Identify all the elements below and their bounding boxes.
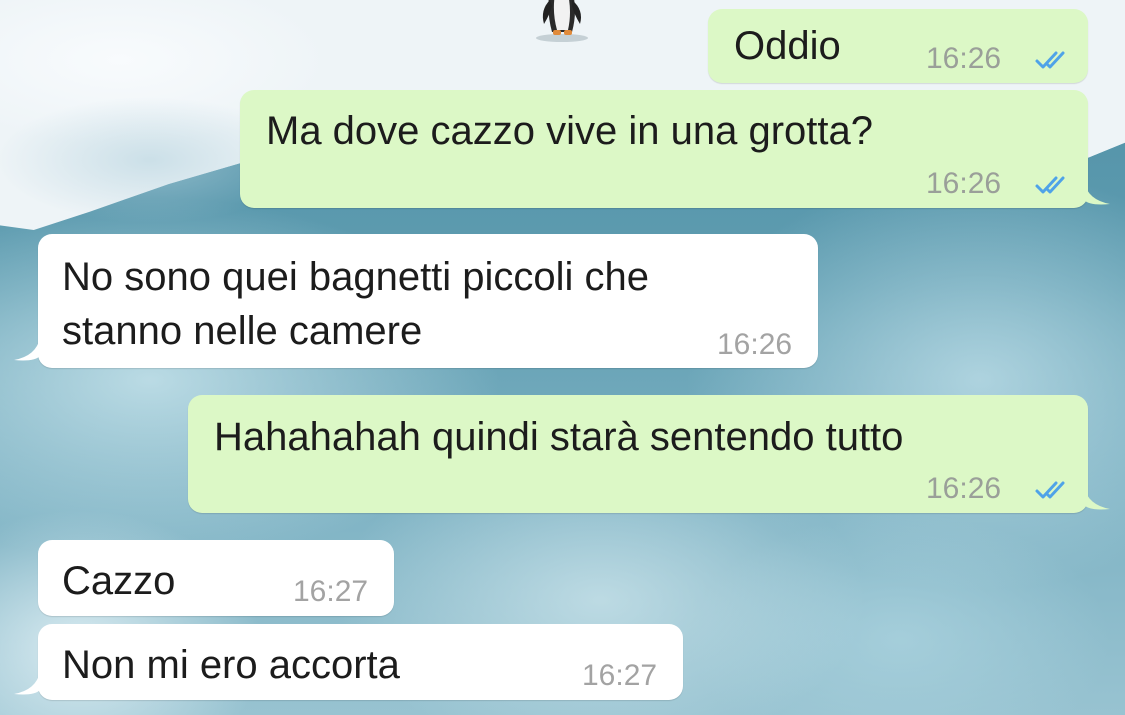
bubble-tail — [14, 338, 40, 361]
message-bubble-incoming[interactable]: No sono quei bagnetti piccoli che stanno… — [38, 234, 818, 368]
message-timestamp: 16:26 — [926, 472, 1002, 505]
double-check-icon — [1035, 51, 1065, 69]
message-timestamp: 16:26 — [717, 328, 793, 361]
message-bubble-outgoing[interactable]: Ma dove cazzo vive in una grotta? 16:26 — [240, 90, 1088, 208]
bubble-tail — [1084, 182, 1110, 205]
double-check-icon — [1035, 481, 1065, 499]
message-text: Oddio — [734, 24, 841, 68]
message-timestamp: 16:26 — [926, 42, 1002, 75]
message-text-line: No sono quei bagnetti piccoli che — [62, 255, 650, 299]
message-bubble-incoming[interactable]: Cazzo 16:27 — [38, 540, 394, 616]
message-text-line: stanno nelle camere — [62, 309, 423, 353]
message-bubble-incoming[interactable]: Non mi ero accorta 16:27 — [38, 624, 683, 700]
message-timestamp: 16:27 — [582, 659, 658, 692]
message-bubble-outgoing[interactable]: Hahahahah quindi starà sentendo tutto 16… — [188, 395, 1088, 513]
double-check-icon — [1035, 176, 1065, 194]
bubble-tail — [14, 672, 40, 695]
message-text: Non mi ero accorta — [62, 643, 400, 687]
message-bubble-outgoing[interactable]: Oddio 16:26 — [708, 9, 1088, 83]
message-text: Ma dove cazzo vive in una grotta? — [266, 109, 874, 153]
message-text: Cazzo — [62, 559, 176, 603]
message-text: Hahahahah quindi starà sentendo tutto — [214, 415, 904, 459]
penguin-figure — [536, 0, 588, 42]
bubble-tail — [1084, 487, 1110, 510]
message-timestamp: 16:26 — [926, 167, 1002, 200]
message-timestamp: 16:27 — [293, 575, 369, 608]
